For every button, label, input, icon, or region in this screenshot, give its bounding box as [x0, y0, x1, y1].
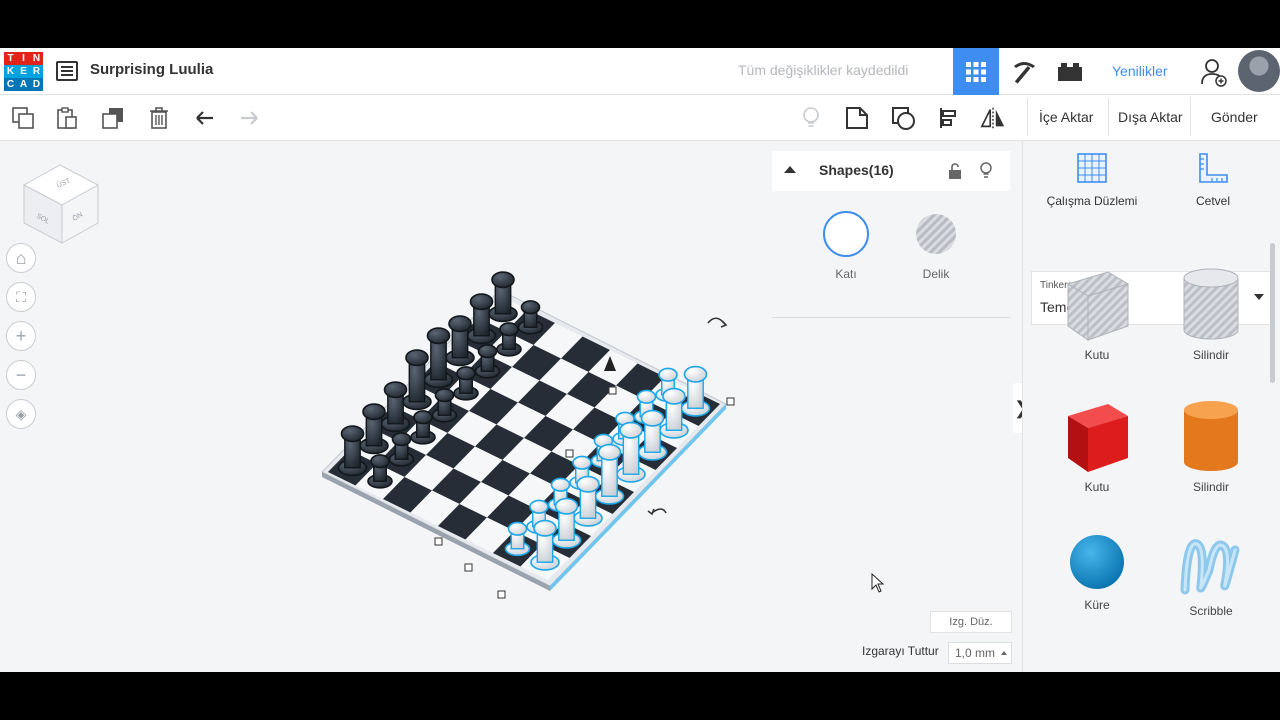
zoom-in-button[interactable]: +	[6, 321, 36, 351]
shape-label: Silindir	[1192, 348, 1229, 362]
add-user-button[interactable]	[1192, 48, 1236, 95]
shape-sphere-blue[interactable]: Küre	[1047, 524, 1147, 612]
redo-icon[interactable]	[236, 105, 262, 131]
logo-letter: K	[4, 65, 17, 78]
shape-label: Kutu	[1084, 348, 1110, 362]
logo-letter: A	[17, 78, 30, 91]
cylinder-hole-icon	[1161, 258, 1261, 344]
workplane-icon	[1077, 153, 1107, 183]
shape-cylinder-hole[interactable]: Silindir	[1161, 258, 1261, 362]
hole-label: Delik	[922, 267, 950, 281]
box-red-icon	[1047, 390, 1147, 476]
shape-box-red[interactable]: Kutu	[1047, 390, 1147, 494]
workplane-button[interactable]: Çalışma Düzlemi	[1045, 151, 1139, 208]
shape-label: Kutu	[1084, 480, 1110, 494]
fit-icon: ⛶	[16, 288, 26, 305]
hole-option[interactable]: Delik	[906, 211, 966, 281]
mirror-icon[interactable]	[980, 105, 1006, 131]
pickaxe-icon	[1014, 61, 1035, 84]
news-link[interactable]: Yenilikler	[1112, 63, 1168, 79]
shape-label: Küre	[1084, 598, 1110, 612]
logo-letter: N	[30, 52, 43, 65]
tinkercad-logo[interactable]: TINKERCAD	[4, 52, 43, 91]
design-title[interactable]: Surprising Luulia	[90, 61, 213, 78]
snap-grid-value: 1,0 mm	[955, 646, 996, 660]
mouse-cursor-icon	[871, 573, 885, 593]
save-status: Tüm değişiklikler kaydedildi	[738, 62, 909, 78]
logo-letter: E	[17, 65, 30, 78]
box-hole-icon	[1047, 258, 1147, 344]
logo-letter: T	[4, 52, 17, 65]
zoom-out-button[interactable]: −	[6, 360, 36, 390]
home-icon: ⌂	[15, 247, 27, 268]
shape-box-hole[interactable]: Kutu	[1047, 258, 1147, 362]
cylinder-orange-icon	[1161, 390, 1261, 476]
top-bar: TINKERCAD Surprising Luulia Tüm değişikl…	[0, 48, 1280, 95]
ruler-button[interactable]: Cetvel	[1183, 151, 1243, 208]
duplicate-icon[interactable]	[100, 105, 126, 131]
logo-letter: D	[30, 78, 43, 91]
brick-icon	[1058, 62, 1082, 81]
inspector-divider	[772, 317, 1010, 318]
logo-letter: I	[17, 52, 30, 65]
minus-icon: −	[15, 364, 27, 385]
collapse-inspector-icon[interactable]	[784, 166, 796, 173]
snap-grid-select[interactable]: 1,0 mm	[948, 642, 1012, 664]
paste-icon[interactable]	[54, 105, 80, 131]
chess-set-model[interactable]	[260, 261, 820, 621]
logo-letter: R	[30, 65, 43, 78]
snap-grid-label: Izgarayı Tuttur	[862, 644, 939, 658]
scribble-icon	[1161, 524, 1261, 600]
visibility-bulb-icon[interactable]	[979, 162, 993, 180]
solid-label: Katı	[835, 267, 857, 281]
undo-icon[interactable]	[192, 105, 218, 131]
tinkercad-editor: TINKERCAD Surprising Luulia Tüm değişikl…	[0, 48, 1280, 672]
import-button[interactable]: İçe Aktar	[1039, 109, 1093, 125]
lightbulb-icon[interactable]	[798, 105, 824, 131]
export-button[interactable]: Dışa Aktar	[1118, 109, 1183, 125]
home-view-button[interactable]: ⌂	[6, 243, 36, 273]
shape-cylinder-orange[interactable]: Silindir	[1161, 390, 1261, 494]
solid-option[interactable]: Katı	[816, 211, 876, 281]
selection-title: Shapes(16)	[819, 162, 894, 178]
group-icon[interactable]	[844, 105, 870, 131]
workplane-label: Çalışma Düzlemi	[1046, 194, 1138, 208]
design-menu-icon[interactable]	[56, 61, 78, 81]
caret-up-icon	[1001, 651, 1008, 655]
solid-circle-icon	[823, 211, 869, 257]
library-scrollbar[interactable]	[1270, 243, 1275, 383]
3d-view-grid-button[interactable]	[953, 48, 999, 95]
plus-icon: +	[15, 325, 27, 346]
perspective-toggle-button[interactable]: ◈	[6, 399, 36, 429]
lock-icon[interactable]	[948, 163, 962, 179]
shape-label: Scribble	[1189, 604, 1233, 618]
hole-circle-icon	[916, 214, 956, 254]
blocks-mode-button[interactable]	[1001, 48, 1047, 95]
logo-letter: C	[4, 78, 17, 91]
bricks-mode-button[interactable]	[1047, 48, 1093, 95]
align-icon[interactable]	[936, 105, 962, 131]
ungroup-icon[interactable]	[890, 105, 916, 131]
ruler-icon	[1199, 153, 1228, 183]
shape-label: Silindir	[1192, 480, 1229, 494]
shape-inspector-header: Shapes(16)	[772, 151, 1010, 191]
edit-toolbar: İçe Aktar Dışa Aktar Gönder	[0, 95, 1280, 141]
perspective-icon: ◈	[15, 405, 27, 422]
user-avatar[interactable]	[1238, 50, 1280, 92]
grid-icon	[966, 61, 986, 82]
send-button[interactable]: Gönder	[1211, 109, 1258, 125]
trash-icon[interactable]	[146, 105, 172, 131]
edit-grid-button[interactable]: Izg. Düz.	[930, 611, 1012, 633]
sphere-blue-icon	[1047, 524, 1147, 594]
view-cube[interactable]: ÜST SOL ÖN	[22, 161, 102, 245]
fit-view-button[interactable]: ⛶	[6, 282, 36, 312]
add-user-icon	[1201, 58, 1227, 87]
ruler-label: Cetvel	[1195, 194, 1230, 208]
shape-scribble[interactable]: Scribble	[1161, 524, 1261, 618]
shapes-library: Çalışma Düzlemi Cetvel Tinkercad Temel Ş…	[1022, 141, 1280, 672]
copy-icon[interactable]	[10, 105, 36, 131]
